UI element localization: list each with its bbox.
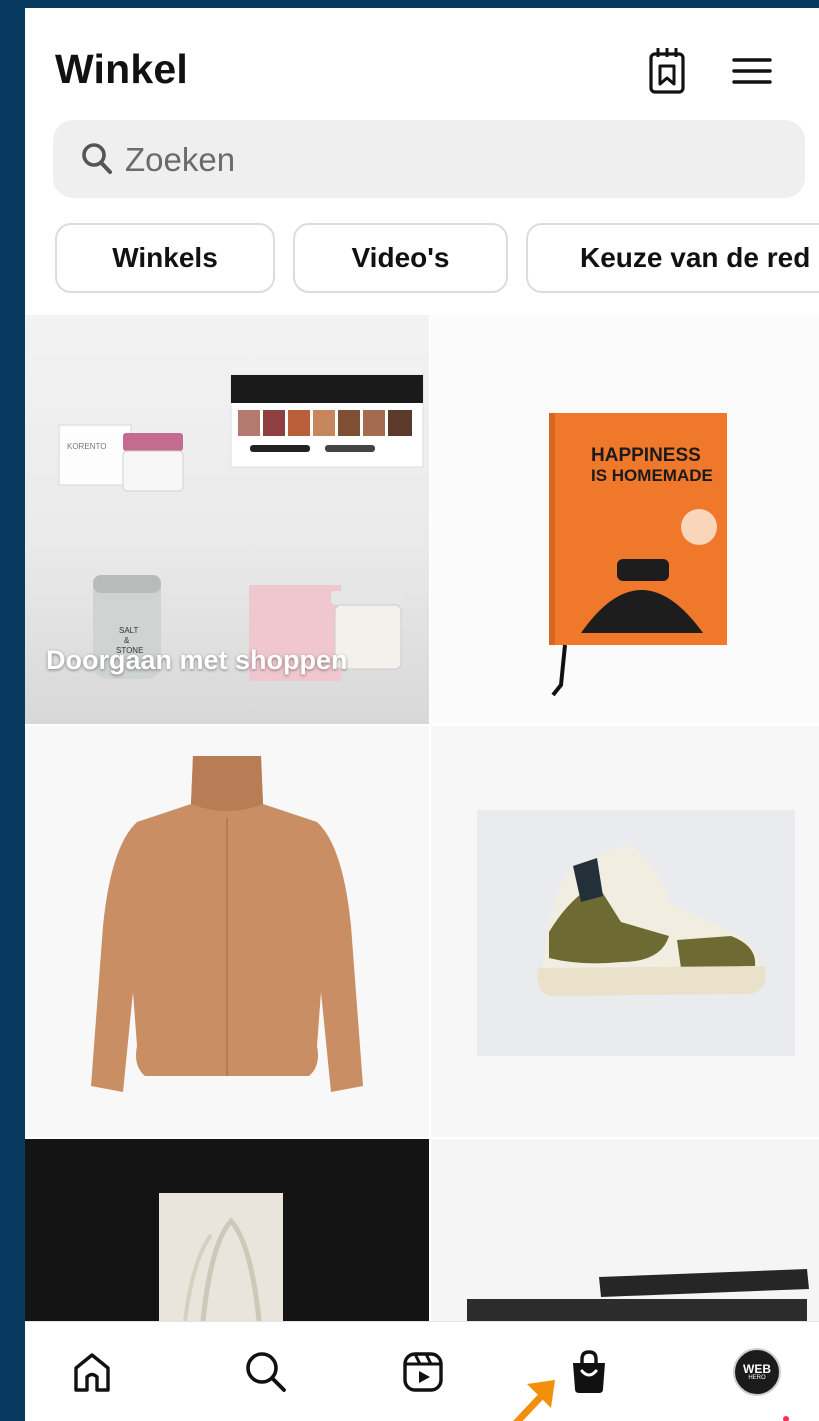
- menu-icon[interactable]: [730, 44, 774, 96]
- sweater-image: [91, 756, 363, 1092]
- continue-shopping-label: Doorgaan met shoppen: [46, 645, 348, 675]
- sneaker-image: [477, 810, 795, 1056]
- wishlist-icon[interactable]: [645, 44, 689, 96]
- search-bar[interactable]: [53, 120, 805, 198]
- bottom-navigation: WEB HERO: [25, 1321, 819, 1421]
- nav-home[interactable]: [37, 1322, 147, 1421]
- sweater-tile[interactable]: [25, 726, 429, 1137]
- avatar-text-bottom: HERO: [748, 1374, 766, 1381]
- book-title-line1: HAPPINESS: [591, 445, 701, 466]
- book-title-line2: IS HOMEMADE: [591, 466, 713, 485]
- avatar: WEB HERO: [733, 1348, 781, 1396]
- shop-screen: Winkel Winkels Video's Keuze van de red: [25, 8, 819, 1421]
- annotation-arrow-icon: [513, 1380, 555, 1421]
- search-icon: [82, 143, 112, 174]
- chip-editors-pick[interactable]: Keuze van de red: [526, 223, 819, 293]
- salt-label-2: &: [124, 636, 130, 645]
- notification-dot: [783, 1416, 789, 1421]
- chip-winkels[interactable]: Winkels: [55, 223, 275, 293]
- salt-label-1: SALT: [119, 626, 139, 635]
- nav-reels[interactable]: [368, 1322, 478, 1421]
- search-input[interactable]: [123, 134, 767, 186]
- avatar-text-top: WEB: [743, 1361, 771, 1376]
- nav-search[interactable]: [211, 1322, 321, 1421]
- nav-profile[interactable]: WEB HERO: [702, 1322, 812, 1421]
- home-icon: [74, 1353, 110, 1392]
- chip-videos[interactable]: Video's: [293, 223, 508, 293]
- art-tile[interactable]: [25, 1139, 429, 1321]
- table-tile[interactable]: [431, 1139, 819, 1321]
- korento-box-label: KORENTO: [67, 442, 106, 451]
- reels-icon: [403, 1352, 443, 1392]
- search-icon: [246, 1352, 286, 1392]
- shopping-bag-icon: [573, 1350, 605, 1393]
- book-image: HAPPINESS IS HOMEMADE: [549, 413, 727, 697]
- continue-shopping-tile[interactable]: KORENTO SALT & STONE Doorgaan met shoppe…: [25, 315, 429, 724]
- art-image: [159, 1193, 283, 1321]
- book-tile[interactable]: HAPPINESS IS HOMEMADE: [431, 315, 819, 724]
- page-title: Winkel: [55, 46, 188, 92]
- table-image: [467, 1269, 809, 1321]
- sneaker-tile[interactable]: [431, 726, 819, 1137]
